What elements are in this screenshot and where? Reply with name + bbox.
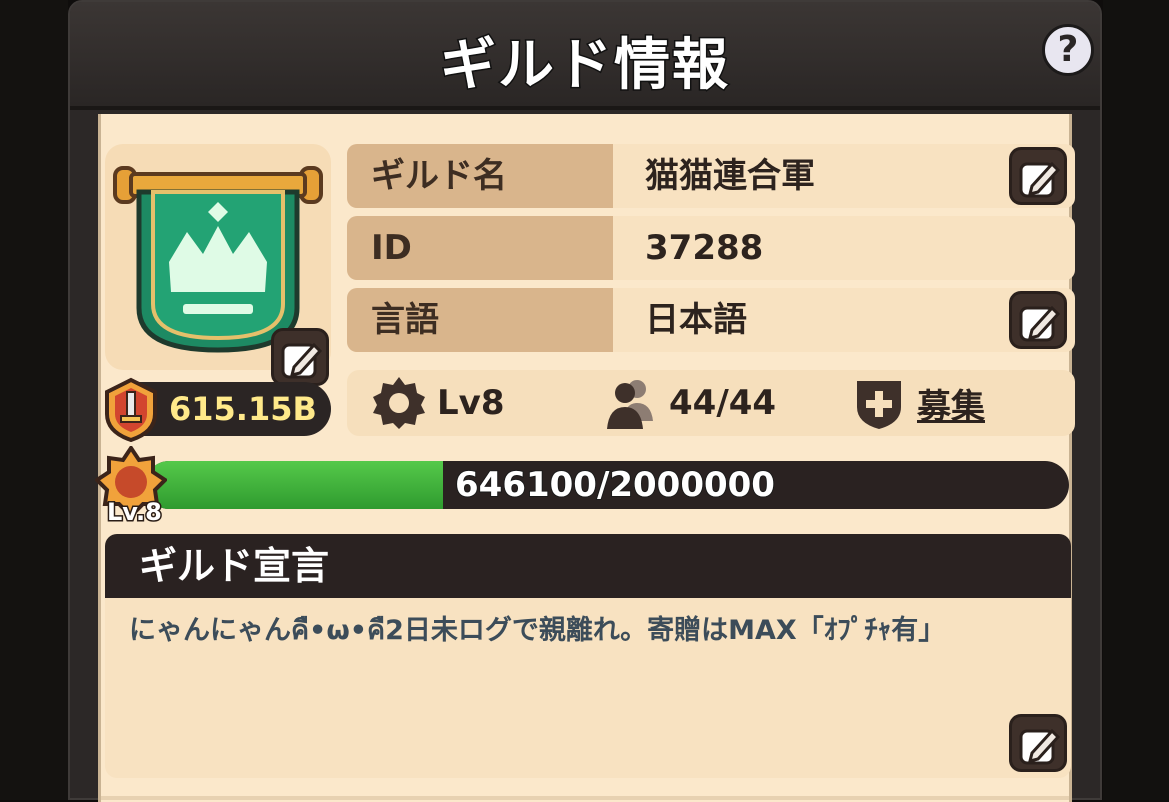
guild-language-value: 日本語 bbox=[645, 300, 747, 340]
edit-pencil-icon bbox=[1019, 305, 1060, 342]
guild-members-text: 44/44 bbox=[669, 383, 777, 423]
edit-pencil-icon bbox=[1019, 161, 1060, 198]
guild-name-value: 猫猫連合軍 bbox=[645, 156, 815, 196]
backdrop-right bbox=[1103, 0, 1169, 800]
guild-stats-row: Lv8 44/44 募集 bbox=[347, 370, 1075, 436]
shield-plus-icon bbox=[857, 381, 901, 429]
backdrop-left bbox=[0, 0, 68, 800]
panel-content: ギルド名 猫猫連合軍 ID 37288 言語 日本語 615.15B Lv8 4… bbox=[95, 114, 1075, 802]
declaration-header: ギルド宣言 bbox=[105, 534, 1071, 598]
recruit-text[interactable]: 募集 bbox=[917, 379, 985, 428]
guild-level-stat: Lv8 bbox=[371, 370, 505, 436]
guild-id-value: 37288 bbox=[645, 228, 764, 268]
emblem-edit-button[interactable] bbox=[271, 328, 329, 386]
guild-language-key: 言語 bbox=[347, 288, 613, 352]
help-button[interactable]: ? bbox=[1042, 24, 1094, 76]
guild-name-key: ギルド名 bbox=[347, 144, 613, 208]
guild-level-badge-text: Lv.8 bbox=[106, 497, 164, 528]
guild-members-stat: 44/44 bbox=[603, 370, 776, 436]
guild-emblem bbox=[105, 144, 331, 386]
guild-language-row: 言語 日本語 bbox=[347, 288, 1075, 352]
edit-pencil-icon bbox=[281, 342, 322, 379]
sword-shield-icon bbox=[105, 377, 157, 442]
members-icon bbox=[607, 380, 653, 429]
guild-name-edit-button[interactable] bbox=[1009, 147, 1067, 205]
gear-badge-icon bbox=[373, 377, 425, 429]
guild-xp-fill bbox=[145, 461, 444, 509]
guild-info-panel: ギルド情報 ? ギルド名 猫猫連合軍 ID 37288 言語 日本語 615.1… bbox=[68, 0, 1102, 802]
guild-id-row: ID 37288 bbox=[347, 216, 1075, 280]
guild-power-pill: 615.15B bbox=[105, 377, 331, 442]
question-icon: ? bbox=[1057, 29, 1079, 70]
declaration-text: にゃんにゃんคื•ω•คื2日未ログで親離れ。寄贈はMAX「ｵﾌﾟﾁｬ有」 bbox=[129, 615, 946, 646]
declaration-title: ギルド宣言 bbox=[139, 544, 330, 588]
content-bottom-divider bbox=[101, 796, 1069, 800]
guild-language-edit-button[interactable] bbox=[1009, 291, 1067, 349]
panel-title: ギルド情報 bbox=[439, 32, 730, 100]
edit-pencil-icon bbox=[1019, 728, 1060, 765]
declaration-edit-button[interactable] bbox=[1009, 714, 1067, 772]
guild-xp-text: 646100/2000000 bbox=[454, 464, 776, 506]
guild-level-text: Lv8 bbox=[437, 383, 505, 423]
panel-header: ギルド情報 ? bbox=[70, 2, 1100, 110]
guild-power-value: 615.15B bbox=[169, 390, 317, 428]
recruit-link[interactable]: 募集 bbox=[851, 370, 985, 436]
guild-xp-bar: 646100/2000000 bbox=[145, 461, 1069, 509]
declaration-body: にゃんにゃんคื•ω•คื2日未ログで親離れ。寄贈はMAX「ｵﾌﾟﾁｬ有」 bbox=[105, 598, 1071, 778]
guild-name-row: ギルド名 猫猫連合軍 bbox=[347, 144, 1075, 208]
guild-id-key: ID bbox=[347, 216, 613, 280]
